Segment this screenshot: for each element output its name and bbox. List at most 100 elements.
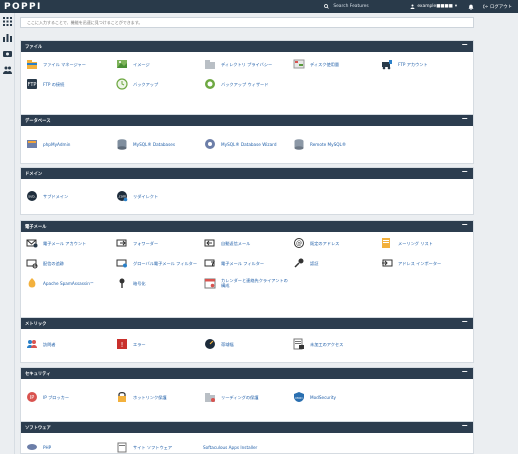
bell-icon bbox=[468, 4, 474, 10]
site-software-icon bbox=[115, 440, 129, 454]
file-manager-item[interactable]: ファイル マネージャー bbox=[25, 56, 117, 72]
ftp-connections-item[interactable]: FTP FTP の接続 bbox=[25, 76, 117, 92]
email-header[interactable]: 電子メール − bbox=[21, 221, 473, 232]
domains-title: ドメイン bbox=[25, 172, 43, 177]
modsecurity-item[interactable]: MOD ModSecurity bbox=[292, 389, 384, 405]
ftp-accounts-item[interactable]: FTP アカウント bbox=[380, 56, 472, 72]
security-panel: セキュリティ − IP IP ブロッカー ホットリンク保護 リーディングの保護 … bbox=[20, 367, 474, 422]
metrics-header[interactable]: メトリック − bbox=[21, 318, 473, 329]
backup-wizard-item[interactable]: バックアップ ウィザード bbox=[203, 76, 295, 92]
mailing-lists-item[interactable]: メーリング リスト bbox=[380, 235, 472, 251]
svg-text:sub.: sub. bbox=[28, 195, 35, 199]
default-address-icon: @ bbox=[292, 236, 306, 250]
collapse-icon[interactable]: − bbox=[461, 422, 468, 430]
softaculous-item[interactable]: Softaculous Apps Installer bbox=[203, 439, 313, 454]
preferences-icon[interactable] bbox=[0, 45, 15, 61]
security-title: セキュリティ bbox=[25, 372, 51, 377]
errors-item[interactable]: ! エラー bbox=[115, 336, 207, 352]
users-icon[interactable] bbox=[0, 61, 15, 77]
quick-search-input[interactable]: ここに入力することで、機能を迅速に見つけることができます。 bbox=[20, 17, 474, 28]
collapse-icon[interactable]: − bbox=[461, 41, 468, 49]
forwarders-icon bbox=[115, 236, 129, 250]
global-email-filters-item[interactable]: グローバル電子メール フィルター bbox=[115, 255, 207, 271]
encryption-icon bbox=[115, 276, 129, 290]
software-title: ソフトウェア bbox=[25, 426, 51, 431]
feature-search[interactable]: Search Features bbox=[324, 2, 394, 11]
mysql-databases-item[interactable]: MySQL® Databases bbox=[115, 136, 207, 152]
hotlink-protection-item[interactable]: ホットリンク保護 bbox=[115, 389, 207, 405]
default-address-item[interactable]: @ 既定のアドレス bbox=[292, 235, 384, 251]
leech-protection-item[interactable]: リーディングの保護 bbox=[203, 389, 295, 405]
collapse-icon[interactable]: − bbox=[461, 368, 468, 376]
user-menu[interactable]: example■■■■ ▾ bbox=[410, 4, 457, 9]
calendar-contacts-icon bbox=[203, 276, 217, 290]
collapse-icon[interactable]: − bbox=[461, 168, 468, 176]
user-icon bbox=[410, 4, 415, 9]
raw-access-item[interactable]: 未加工のアクセス bbox=[292, 336, 384, 352]
collapse-icon[interactable]: − bbox=[461, 115, 468, 123]
hotlink-protection-icon bbox=[115, 390, 129, 404]
autoresponders-item[interactable]: 自動返信メール bbox=[203, 235, 295, 251]
security-header[interactable]: セキュリティ − bbox=[21, 368, 473, 379]
address-importer-icon bbox=[380, 256, 394, 270]
logout-icon bbox=[483, 4, 488, 9]
mysql-wizard-item[interactable]: MySQL® Database Wizard bbox=[203, 136, 295, 152]
home-grid-icon[interactable] bbox=[0, 13, 15, 29]
encryption-item[interactable]: 暗号化 bbox=[115, 275, 207, 291]
sidebar bbox=[0, 13, 15, 454]
search-icon bbox=[324, 4, 330, 9]
databases-header[interactable]: データベース − bbox=[21, 115, 473, 126]
quick-search-placeholder: ここに入力することで、機能を迅速に見つけることができます。 bbox=[27, 20, 143, 25]
bandwidth-item[interactable]: 帯域幅 bbox=[203, 336, 295, 352]
disk-usage-item[interactable]: ディスク使用量 bbox=[292, 56, 384, 72]
phpmyadmin-item[interactable]: phpMyAdmin bbox=[25, 136, 117, 152]
track-delivery-icon bbox=[25, 256, 39, 270]
ip-blocker-item[interactable]: IP IP ブロッカー bbox=[25, 389, 117, 405]
email-filters-icon bbox=[203, 256, 217, 270]
site-software-item[interactable]: サイト ソフトウェア bbox=[115, 439, 207, 454]
redirects-item[interactable]: .com リダイレクト bbox=[115, 188, 207, 204]
backup-wizard-icon bbox=[203, 77, 217, 91]
php-item[interactable]: PHP bbox=[25, 439, 117, 454]
backup-item[interactable]: バックアップ bbox=[115, 76, 207, 92]
stats-icon[interactable] bbox=[0, 29, 15, 45]
mysql-wizard-icon bbox=[203, 137, 217, 151]
collapse-icon[interactable]: − bbox=[461, 221, 468, 229]
domains-header[interactable]: ドメイン − bbox=[21, 168, 473, 179]
backup-icon bbox=[115, 77, 129, 91]
subdomains-item[interactable]: sub. サブドメイン bbox=[25, 188, 117, 204]
files-title: ファイル bbox=[25, 45, 43, 50]
phpmyadmin-icon bbox=[25, 137, 39, 151]
forwarders-item[interactable]: フォワーダー bbox=[115, 235, 207, 251]
visitors-item[interactable]: 訪問者 bbox=[25, 336, 117, 352]
ip-blocker-icon: IP bbox=[25, 390, 39, 404]
email-accounts-item[interactable]: 電子メール アカウント bbox=[25, 235, 117, 251]
address-importer-item[interactable]: アドレス インポーター bbox=[380, 255, 472, 271]
raw-access-icon bbox=[292, 337, 306, 351]
chevron-down-icon: ▾ bbox=[454, 4, 458, 9]
global-email-filters-icon bbox=[115, 256, 129, 270]
logout-label: ログアウト bbox=[490, 4, 512, 10]
spamassassin-item[interactable]: Apache SpamAssassin™ bbox=[25, 275, 117, 291]
track-delivery-item[interactable]: 配信の追跡 bbox=[25, 255, 117, 271]
email-filters-item[interactable]: 電子メール フィルター bbox=[203, 255, 295, 271]
modsecurity-icon: MOD bbox=[292, 390, 306, 404]
brand-logo: POPPI bbox=[4, 1, 42, 12]
images-item[interactable]: イメージ bbox=[115, 56, 207, 72]
errors-icon: ! bbox=[115, 337, 129, 351]
logout-button[interactable]: ログアウト bbox=[483, 4, 512, 10]
calendar-contacts-item[interactable]: カレンダーと連絡先クライアントの構成 bbox=[203, 275, 299, 291]
remote-mysql-item[interactable]: Remote MySQL® bbox=[292, 136, 384, 152]
files-header[interactable]: ファイル − bbox=[21, 41, 473, 52]
ftp-connections-icon: FTP bbox=[25, 77, 39, 91]
directory-privacy-item[interactable]: ディレクトリ プライバシー bbox=[203, 56, 295, 72]
svg-text:MOD: MOD bbox=[295, 396, 303, 400]
software-header[interactable]: ソフトウェア − bbox=[21, 422, 473, 433]
mysql-databases-icon bbox=[115, 137, 129, 151]
authentication-item[interactable]: 認証 bbox=[292, 255, 384, 271]
feature-search-placeholder: Search Features bbox=[333, 4, 369, 9]
svg-text:@: @ bbox=[296, 240, 302, 247]
ftp-accounts-icon bbox=[380, 57, 394, 71]
notifications-button[interactable] bbox=[467, 3, 475, 11]
collapse-icon[interactable]: − bbox=[461, 318, 468, 326]
